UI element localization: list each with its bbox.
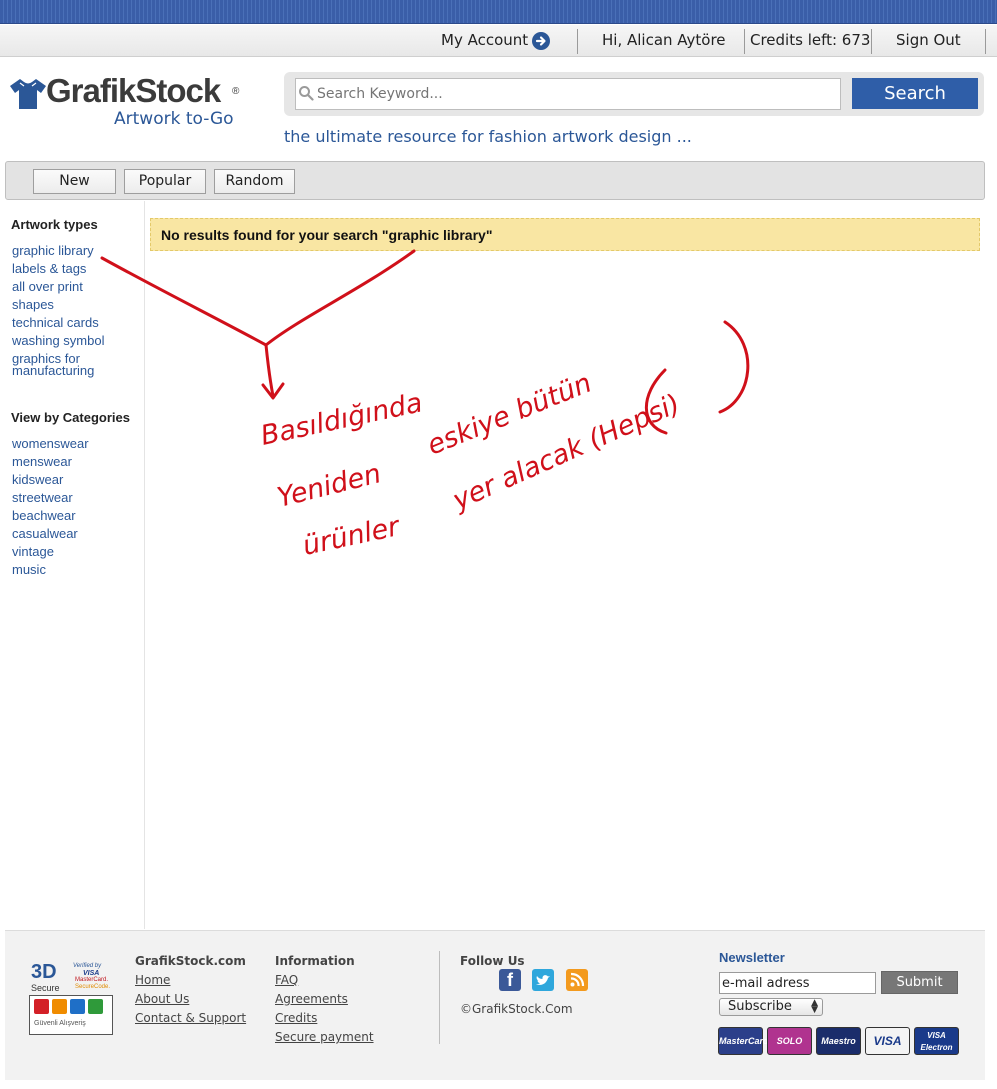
top-strip: [0, 0, 997, 24]
secure-label: Secure: [31, 983, 60, 993]
footer-agreements-link[interactable]: Agreements: [275, 992, 348, 1006]
search-icon: [299, 86, 314, 101]
visa-electron-logo: VISA Electron: [914, 1027, 959, 1055]
search-button[interactable]: Search: [852, 78, 978, 109]
footer-credits-link[interactable]: Credits: [275, 1011, 317, 1025]
sidebar: Artwork types graphic library labels & t…: [0, 201, 145, 929]
visa-label: VISA: [83, 970, 100, 977]
maestro-logo: Maestro: [816, 1027, 861, 1055]
annotation-text: Basıldığında: [258, 387, 425, 451]
newsletter-title: Newsletter: [719, 950, 785, 965]
separator: [744, 29, 745, 54]
registered-mark: ®: [232, 86, 240, 97]
select-arrows-icon: ▲ ▼: [811, 998, 818, 1015]
logo-tagline: Artwork to-Go: [114, 109, 234, 129]
separator: [985, 29, 986, 54]
sidebar-item-washing-symbol[interactable]: washing symbol: [12, 334, 132, 347]
footer-home-link[interactable]: Home: [135, 973, 170, 987]
annotation-text: Yeniden: [274, 458, 384, 514]
newsletter-submit-button[interactable]: Submit: [881, 971, 958, 994]
twitter-icon[interactable]: [532, 969, 554, 991]
footer-faq-link[interactable]: FAQ: [275, 973, 298, 987]
annotation-paren: [644, 368, 668, 435]
visa-logo: VISA: [865, 1027, 910, 1055]
tab-new[interactable]: New: [33, 169, 116, 194]
tab-popular[interactable]: Popular: [124, 169, 206, 194]
sidebar-item-vintage[interactable]: vintage: [12, 545, 132, 558]
secure-payment-badge: 3D Secure Verified by VISA MasterCard. S…: [27, 961, 113, 1037]
guvenli-box: Güvenli Alışveriş: [29, 995, 113, 1035]
footer: 3D Secure Verified by VISA MasterCard. S…: [5, 930, 985, 1080]
sidebar-item-casualwear[interactable]: casualwear: [12, 527, 132, 540]
facebook-icon[interactable]: f: [499, 969, 521, 991]
tab-random[interactable]: Random: [214, 169, 295, 194]
sidebar-item-menswear[interactable]: menswear: [12, 455, 132, 468]
annotation-arrowhead: [261, 382, 285, 400]
user-greeting: Hi, Alican Aytöre: [602, 31, 726, 49]
sidebar-item-shapes[interactable]: shapes: [12, 298, 132, 311]
separator: [871, 29, 872, 54]
sidebar-item-streetwear[interactable]: streetwear: [12, 491, 132, 504]
newsletter-email-input[interactable]: [719, 972, 876, 994]
mastercard-label: MasterCard.: [75, 977, 109, 983]
securecode-label: SecureCode.: [75, 984, 111, 990]
footer-secure-payment-link[interactable]: Secure payment: [275, 1030, 374, 1044]
copyright: ©GrafikStock.Com: [460, 1002, 573, 1016]
verified-label: Verified by: [73, 963, 102, 969]
footer-about-link[interactable]: About Us: [135, 992, 189, 1006]
sidebar-item-graphic-library[interactable]: graphic library: [12, 244, 132, 257]
annotation-text: eskiye bütün: [423, 368, 596, 462]
footer-col1-title: GrafikStock.com: [135, 954, 246, 968]
search-input[interactable]: [295, 78, 841, 110]
follow-us-title: Follow Us: [460, 954, 525, 968]
annotation-arrow-line: [264, 343, 275, 398]
sidebar-item-beachwear[interactable]: beachwear: [12, 509, 132, 522]
footer-col2-title: Information: [275, 954, 355, 968]
sidebar-item-music[interactable]: music: [12, 563, 132, 576]
guvenli-label: Güvenli Alışveriş: [34, 1020, 86, 1027]
sidebar-item-kidswear[interactable]: kidswear: [12, 473, 132, 486]
solo-logo: SOLO: [767, 1027, 812, 1055]
sidebar-item-all-over-print[interactable]: all over print: [12, 280, 132, 293]
annotation-text: yer alacak (Hepsi): [447, 388, 684, 516]
annotation-arrow-line: [264, 249, 416, 347]
logo-name: GrafikStock: [46, 72, 221, 109]
search-bar: Search: [284, 72, 984, 116]
annotation-text: ürünler: [300, 511, 404, 562]
secure-3d-label: 3D: [31, 961, 57, 983]
sidebar-item-labels-tags[interactable]: labels & tags: [12, 262, 132, 275]
footer-divider: [439, 951, 440, 1044]
account-bar: My Account Hi, Alican Aytöre Credits lef…: [0, 25, 997, 57]
annotation-paren: [718, 320, 750, 414]
categories-heading: View by Categories: [11, 410, 130, 425]
sidebar-item-graphics-for-manufacturing[interactable]: graphics for manufacturing: [12, 352, 112, 377]
tab-bar: New Popular Random: [5, 161, 985, 200]
slogan: the ultimate resource for fashion artwor…: [284, 127, 692, 146]
separator: [577, 29, 578, 54]
artwork-types-heading: Artwork types: [11, 217, 98, 232]
sidebar-item-technical-cards[interactable]: technical cards: [12, 316, 132, 329]
my-account-link[interactable]: My Account: [441, 25, 528, 57]
sign-out-link[interactable]: Sign Out: [896, 25, 961, 57]
logo[interactable]: GrafikStock ® Artwork to-Go: [8, 72, 248, 132]
footer-contact-link[interactable]: Contact & Support: [135, 1011, 246, 1025]
rss-icon[interactable]: [566, 969, 588, 991]
arrow-right-icon[interactable]: [532, 32, 550, 50]
no-results-notice: No results found for your search "graphi…: [150, 218, 980, 251]
credits-left: Credits left: 673: [750, 31, 871, 49]
subscribe-select[interactable]: Subscribe ▲ ▼: [719, 998, 823, 1016]
sidebar-item-womenswear[interactable]: womenswear: [12, 437, 132, 450]
subscribe-select-value: Subscribe: [728, 999, 792, 1014]
mastercard-logo: MasterCard: [718, 1027, 769, 1055]
tshirt-logo-icon: [10, 79, 46, 109]
